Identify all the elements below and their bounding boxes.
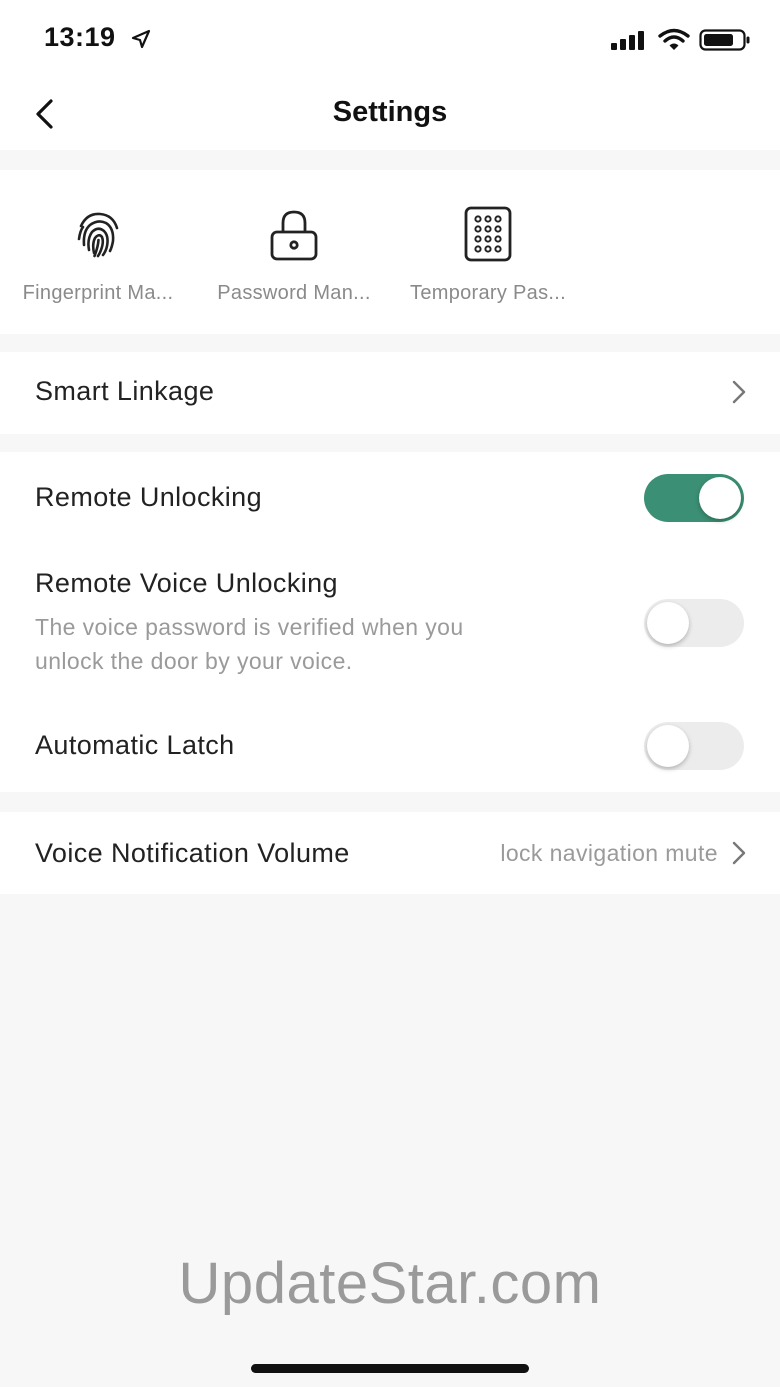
fingerprint-management-label: Fingerprint Ma... [22, 282, 174, 304]
temporary-password-item[interactable]: Temporary Pas... [390, 170, 586, 334]
remote-voice-unlocking-toggle[interactable] [644, 599, 744, 647]
password-management-item[interactable]: Password Man... [196, 170, 392, 334]
keypad-icon [464, 206, 512, 262]
watermark-text: UpdateStar.com [178, 1251, 602, 1316]
temporary-password-label: Temporary Pas... [410, 282, 566, 304]
description-line: unlock the door by your voice. [35, 648, 353, 674]
remote-unlocking-label: Remote Unlocking [35, 482, 263, 512]
remote-voice-unlocking-description: The voice password is verified when you … [35, 610, 595, 678]
voice-notification-volume-row[interactable]: Voice Notification Volume lock navigatio… [0, 812, 780, 894]
smart-linkage-label: Smart Linkage [35, 376, 215, 406]
quick-actions: Fingerprint Ma... Password Man... Tempor… [0, 170, 780, 334]
voice-notification-volume-value: lock navigation mute [500, 840, 718, 866]
fingerprint-management-item[interactable]: Fingerprint Ma... [0, 170, 196, 334]
chevron-right-icon [732, 841, 746, 865]
status-bar: 13:19 [0, 0, 780, 80]
fingerprint-icon [77, 212, 119, 258]
toggle-settings-card: Remote Unlocking Remote Voice Unlocking … [0, 452, 780, 792]
remote-voice-unlocking-label: Remote Voice Unlocking [35, 568, 338, 598]
toggle-knob [699, 477, 741, 519]
chevron-right-icon [732, 380, 746, 404]
toggle-knob [647, 602, 689, 644]
description-line: The voice password is verified when you [35, 614, 464, 640]
automatic-latch-toggle[interactable] [644, 722, 744, 770]
cellular-signal-icon [611, 31, 644, 50]
battery-icon [699, 29, 750, 51]
password-management-label: Password Man... [217, 282, 371, 304]
wifi-icon [658, 28, 690, 50]
location-arrow-icon [131, 29, 151, 49]
status-time: 13:19 [44, 22, 116, 52]
lock-icon [270, 210, 318, 261]
toggle-knob [647, 725, 689, 767]
smart-linkage-row[interactable]: Smart Linkage [0, 352, 780, 434]
home-indicator [251, 1364, 529, 1373]
remote-unlocking-toggle[interactable] [644, 474, 744, 522]
voice-notification-volume-label: Voice Notification Volume [35, 838, 350, 868]
nav-bar: Settings [0, 80, 780, 150]
automatic-latch-label: Automatic Latch [35, 730, 235, 760]
page-title: Settings [332, 96, 448, 128]
